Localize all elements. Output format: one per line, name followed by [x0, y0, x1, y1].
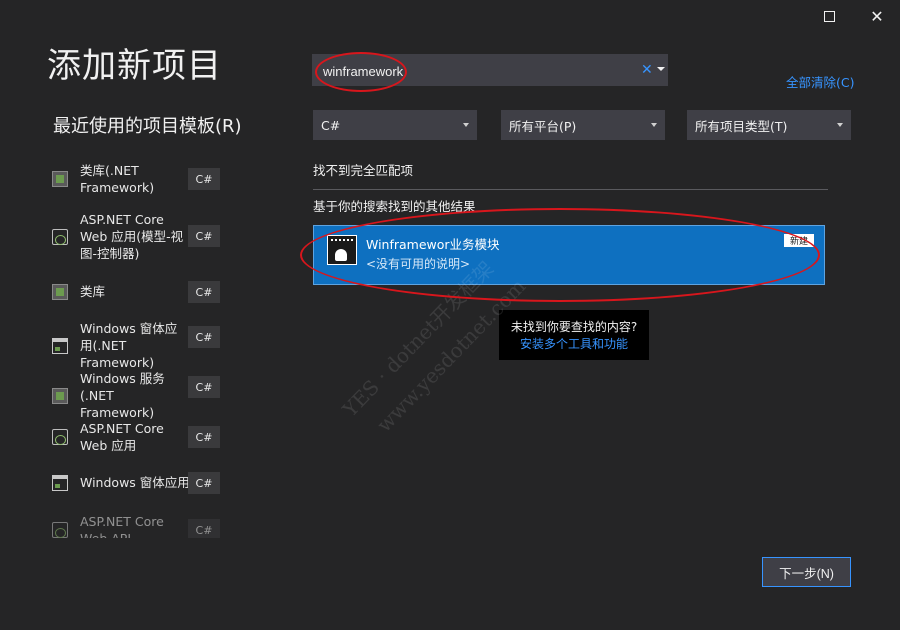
recent-template-item[interactable]: ASP.NET Core Web API C#: [52, 513, 224, 538]
next-button[interactable]: 下一步(N): [762, 557, 851, 587]
maximize-icon: [823, 10, 835, 22]
help-question: 未找到你要查找的内容?: [510, 320, 638, 334]
recent-template-item[interactable]: ASP.NET Core Web 应用 C#: [52, 420, 224, 454]
recent-template-label: ASP.NET Core Web 应用(模型-视图-控制器): [80, 212, 184, 261]
clear-all-link[interactable]: 全部清除(C): [786, 72, 854, 91]
recent-template-label: ASP.NET Core Web 应用: [80, 421, 164, 453]
language-badge: C#: [188, 376, 220, 398]
windows-service-icon: [52, 387, 68, 404]
page-title: 添加新项目: [47, 46, 222, 86]
windows-form-icon: [52, 337, 68, 354]
recent-templates-list[interactable]: 类库(.NET Framework) C# ASP.NET Core Web 应…: [52, 158, 227, 538]
platform-filter-value: 所有平台(P): [509, 118, 577, 134]
divider: [313, 189, 828, 190]
result-highlight-annotation: [300, 208, 820, 302]
clear-search-icon[interactable]: ✕: [641, 62, 653, 78]
chevron-down-icon: [837, 123, 843, 127]
search-highlight-annotation: [315, 52, 407, 92]
language-badge: C#: [188, 519, 220, 538]
project-type-filter[interactable]: 所有项目类型(T): [687, 110, 851, 140]
close-button[interactable]: ✕: [865, 4, 889, 28]
recent-template-item[interactable]: 类库 C#: [52, 281, 224, 303]
help-box: 未找到你要查找的内容? 安装多个工具和功能: [499, 310, 649, 360]
web-app-icon: [52, 228, 68, 245]
language-filter-value: C#: [321, 117, 341, 133]
language-badge: C#: [188, 472, 220, 494]
chevron-down-icon: [651, 123, 657, 127]
recent-template-item[interactable]: Windows 窗体应用 C#: [52, 472, 224, 494]
chevron-down-icon: [463, 123, 469, 127]
install-tools-link[interactable]: 安装多个工具和功能: [499, 335, 649, 352]
recent-template-label: Windows 服务(.NET Framework): [80, 371, 165, 420]
no-match-message: 找不到完全匹配项: [313, 163, 414, 178]
web-api-icon: [52, 522, 68, 538]
project-type-filter-value: 所有项目类型(T): [695, 118, 788, 134]
class-library-icon: [52, 283, 68, 300]
recent-template-item[interactable]: Windows 服务(.NET Framework) C#: [52, 370, 224, 421]
recent-template-item[interactable]: ASP.NET Core Web 应用(模型-视图-控制器) C#: [52, 211, 224, 262]
search-history-dropdown-icon[interactable]: [657, 67, 665, 71]
language-badge: C#: [188, 326, 220, 348]
language-badge: C#: [188, 168, 220, 190]
maximize-button[interactable]: [817, 4, 841, 28]
platform-filter[interactable]: 所有平台(P): [501, 110, 665, 140]
recent-template-label: 类库: [80, 284, 106, 299]
close-icon: ✕: [870, 6, 884, 26]
recent-template-label: ASP.NET Core Web API: [80, 514, 164, 538]
language-filter[interactable]: C#: [313, 110, 477, 140]
language-badge: C#: [188, 281, 220, 303]
recent-template-label: 类库(.NET Framework): [80, 163, 155, 195]
recent-templates-heading: 最近使用的项目模板(R): [53, 116, 242, 137]
recent-template-item[interactable]: 类库(.NET Framework) C#: [52, 162, 224, 196]
windows-form-icon: [52, 474, 68, 491]
class-library-icon: [52, 171, 68, 187]
recent-template-label: Windows 窗体应用: [80, 475, 190, 490]
web-app-icon: [52, 429, 68, 445]
language-badge: C#: [188, 225, 220, 247]
recent-template-item[interactable]: Windows 窗体应用(.NET Framework) C#: [52, 320, 224, 371]
language-badge: C#: [188, 426, 220, 448]
recent-template-label: Windows 窗体应用(.NET Framework): [80, 321, 178, 370]
